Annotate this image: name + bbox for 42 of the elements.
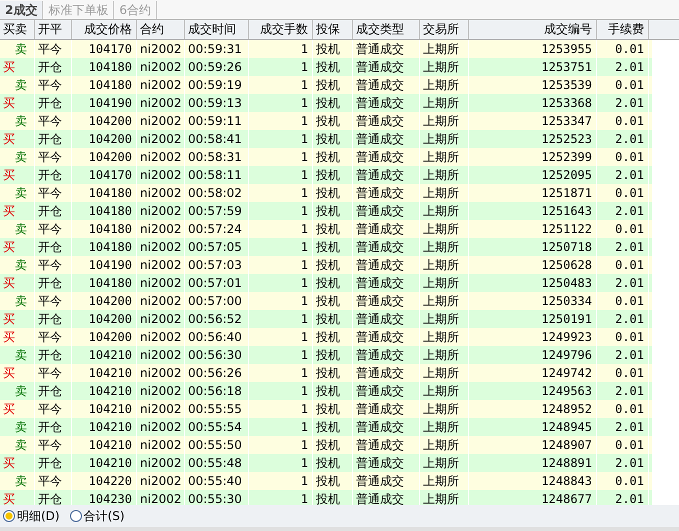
table-row[interactable]: 卖 开仓 104210 ni2002 00:55:54 1 投机 普通成交 上期所 1248945 2.01 <box>0 418 652 436</box>
table-row[interactable]: 卖 平今 104170 ni2002 00:59:31 1 投机 普通成交 上期所 1253955 0.01 <box>0 40 652 58</box>
column-header[interactable]: 成交手数 <box>252 21 308 38</box>
table-row[interactable]: 卖 平今 104180 ni2002 00:59:19 1 投机 普通成交 上期所 1253539 0.01 <box>0 76 652 94</box>
table-row[interactable]: 卖 平今 104200 ni2002 00:59:11 1 投机 普通成交 上期所 1253347 0.01 <box>0 112 652 130</box>
column-header[interactable]: 合约 <box>140 21 180 38</box>
table-row[interactable]: 卖 平今 104190 ni2002 00:57:03 1 投机 普通成交 上期所 1250628 0.01 <box>0 256 652 274</box>
table-row[interactable]: 买 开仓 104180 ni2002 00:59:26 1 投机 普通成交 上期所 1253751 2.01 <box>0 58 652 76</box>
radio-label[interactable]: 合计(S) <box>84 508 125 524</box>
table-row[interactable]: 买 开仓 104190 ni2002 00:59:13 1 投机 普通成交 上期所 1253368 2.01 <box>0 94 652 112</box>
table-row[interactable]: 卖 平今 104200 ni2002 00:58:31 1 投机 普通成交 上期所 1252399 0.01 <box>0 148 652 166</box>
table-row[interactable]: 卖 平今 104180 ni2002 00:58:02 1 投机 普通成交 上期所 1251871 0.01 <box>0 184 652 202</box>
radio-button[interactable] <box>3 510 15 522</box>
column-header[interactable]: 买卖 <box>3 21 30 38</box>
radio-label[interactable]: 明细(D) <box>17 508 60 524</box>
table-row[interactable]: 卖 开仓 104210 ni2002 00:56:30 1 投机 普通成交 上期所 1249796 2.01 <box>0 346 652 364</box>
table-row[interactable]: 买 开仓 104200 ni2002 00:56:52 1 投机 普通成交 上期所 1250191 2.01 <box>0 310 652 328</box>
table-row[interactable]: 买 平今 104210 ni2002 00:55:55 1 投机 普通成交 上期所 1248952 0.01 <box>0 400 652 418</box>
column-header[interactable]: 开平 <box>38 21 67 38</box>
table-row[interactable]: 买 开仓 104200 ni2002 00:58:41 1 投机 普通成交 上期所 1252523 2.01 <box>0 130 652 148</box>
table-row[interactable]: 买 平今 104200 ni2002 00:56:40 1 投机 普通成交 上期所 1249923 0.01 <box>0 328 652 346</box>
table-row[interactable]: 买 开仓 104180 ni2002 00:57:59 1 投机 普通成交 上期所 1251643 2.01 <box>0 202 652 220</box>
column-header[interactable]: 投保 <box>316 21 348 38</box>
table-row[interactable]: 买 开仓 104180 ni2002 00:57:01 1 投机 普通成交 上期所 1250483 2.01 <box>0 274 652 292</box>
table-row[interactable]: 买 开仓 104230 ni2002 00:55:30 1 投机 普通成交 上期所 1248677 2.01 <box>0 490 652 505</box>
column-header[interactable]: 成交编号 <box>472 21 592 38</box>
table-row[interactable]: 卖 平今 104200 ni2002 00:57:00 1 投机 普通成交 上期所 1250334 0.01 <box>0 292 652 310</box>
table-row[interactable]: 卖 平今 104220 ni2002 00:55:40 1 投机 普通成交 上期所 1248843 0.01 <box>0 472 652 490</box>
column-header[interactable]: 成交时间 <box>188 21 244 38</box>
tab[interactable]: 2成交 <box>0 1 44 19</box>
column-header[interactable]: 成交类型 <box>356 21 415 38</box>
table-row[interactable]: 买 平今 104210 ni2002 00:56:26 1 投机 普通成交 上期所 1249742 0.01 <box>0 364 652 382</box>
table-row[interactable]: 买 开仓 104180 ni2002 00:57:05 1 投机 普通成交 上期所 1250718 2.01 <box>0 238 652 256</box>
table-row[interactable]: 卖 开仓 104210 ni2002 00:56:18 1 投机 普通成交 上期所 1249563 2.01 <box>0 382 652 400</box>
column-header[interactable]: 手续费 <box>600 21 644 38</box>
column-header[interactable]: 交易所 <box>423 21 464 38</box>
column-header[interactable]: 成交价格 <box>75 21 132 38</box>
table-row[interactable]: 买 开仓 104210 ni2002 00:55:48 1 投机 普通成交 上期所 1248891 2.01 <box>0 454 652 472</box>
table-row[interactable]: 卖 平今 104180 ni2002 00:57:24 1 投机 普通成交 上期所 1251122 0.01 <box>0 220 652 238</box>
table-row[interactable]: 买 开仓 104170 ni2002 00:58:11 1 投机 普通成交 上期所 1252095 2.01 <box>0 166 652 184</box>
radio-button[interactable] <box>70 510 82 522</box>
table-row[interactable]: 卖 平今 104210 ni2002 00:55:50 1 投机 普通成交 上期所 1248907 0.01 <box>0 436 652 454</box>
